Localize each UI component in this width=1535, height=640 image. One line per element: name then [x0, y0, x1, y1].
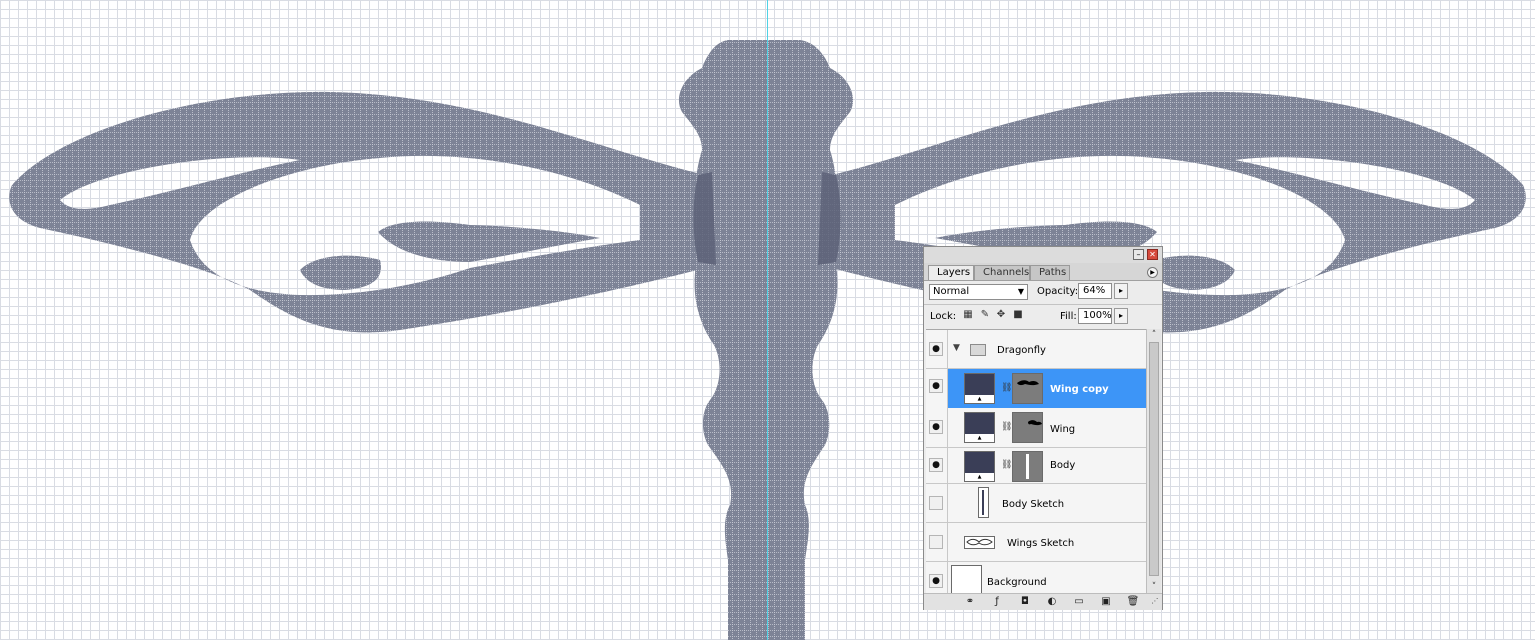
divider [947, 523, 948, 561]
eye-hidden-icon[interactable]: ● [929, 535, 943, 549]
layer-name: Wing [1050, 424, 1076, 435]
divider [947, 330, 948, 368]
layer-list: ● ▼ Dragonfly ● ⛓ Wing copy ● ⛓ [926, 329, 1146, 594]
opacity-field[interactable]: 64% [1078, 283, 1112, 299]
sketch-thumbnail [978, 487, 989, 518]
tab-channels[interactable]: Channels [974, 265, 1030, 280]
eye-icon[interactable]: ● [929, 379, 943, 393]
blend-mode-value: Normal [933, 286, 970, 297]
new-group-icon[interactable]: ▭ [1072, 595, 1086, 608]
eye-icon[interactable]: ● [929, 420, 943, 434]
divider [947, 408, 948, 447]
link-icon: ⛓ [1001, 383, 1013, 393]
scroll-up-icon[interactable]: ˄ [1147, 329, 1161, 341]
divider [924, 304, 1162, 305]
minimize-icon[interactable]: – [1133, 249, 1144, 260]
left-wing-shape [9, 91, 705, 333]
folder-icon [970, 344, 986, 356]
mask-thumbnail [1012, 451, 1043, 482]
tab-layers[interactable]: Layers [928, 265, 974, 280]
body-mask-preview [1026, 454, 1029, 479]
divider [947, 484, 948, 522]
wings-sketch-preview [966, 538, 993, 546]
panel-tabs: Layers Channels Paths ▶ [924, 263, 1162, 281]
eye-hidden-icon[interactable]: ● [929, 496, 943, 510]
layer-name: Wings Sketch [1007, 538, 1075, 549]
wing-mask-preview [1028, 420, 1042, 426]
eye-icon[interactable]: ● [929, 574, 943, 588]
divider [947, 562, 948, 594]
lock-pixels-icon[interactable]: ✎ [979, 309, 991, 321]
fill-field[interactable]: 100% [1078, 308, 1112, 324]
layer-name: Background [987, 577, 1047, 588]
layer-row-background[interactable]: ● Background [926, 562, 1146, 594]
layer-row-body[interactable]: ● ⛓ Body [926, 448, 1146, 484]
new-layer-icon[interactable]: ▣ [1099, 595, 1113, 608]
sketch-thumbnail [964, 536, 995, 549]
eye-icon[interactable]: ● [929, 342, 943, 356]
layer-row-wings-sketch[interactable]: ● Wings Sketch [926, 523, 1146, 562]
body-sketch-preview [982, 490, 984, 515]
opacity-slider-button[interactable]: ▸ [1114, 283, 1128, 299]
layer-name: Body [1050, 460, 1076, 471]
link-icon: ⛓ [1001, 422, 1013, 432]
layer-name: Body Sketch [1002, 499, 1065, 510]
resize-grip-icon[interactable]: ⋰ [1150, 595, 1160, 608]
body-shape [678, 40, 854, 640]
layer-style-icon[interactable]: ƒ [990, 595, 1004, 608]
fill-thumbnail [964, 451, 995, 482]
fill-thumbnail [964, 373, 995, 404]
fill-thumbnail [964, 412, 995, 443]
close-icon[interactable]: ✕ [1147, 249, 1158, 260]
scroll-down-icon[interactable]: ˅ [1147, 581, 1161, 593]
lock-label: Lock: [930, 311, 957, 322]
layer-row-wing[interactable]: ● ⛓ Wing [926, 408, 1146, 448]
add-mask-icon[interactable]: ◘ [1018, 595, 1032, 608]
layers-panel: – ✕ Layers Channels Paths ▶ Normal ▼ Opa… [923, 246, 1163, 610]
chevron-down-icon: ▼ [1017, 287, 1024, 296]
tab-paths[interactable]: Paths [1030, 265, 1070, 280]
layer-row-dragonfly[interactable]: ● ▼ Dragonfly [926, 330, 1146, 369]
layer-row-body-sketch[interactable]: ● Body Sketch [926, 484, 1146, 523]
blend-mode-select[interactable]: Normal ▼ [929, 284, 1028, 300]
adjustment-layer-icon[interactable]: ◐ [1045, 595, 1059, 608]
layer-name: Wing copy [1050, 384, 1109, 395]
mask-thumbnail [1012, 373, 1043, 404]
opacity-label: Opacity: [1037, 286, 1079, 297]
scroll-thumb[interactable] [1149, 342, 1159, 576]
fill-slider-button[interactable]: ▸ [1114, 308, 1128, 324]
lock-transparency-icon[interactable]: ▦ [962, 309, 974, 321]
expand-arrow-icon[interactable]: ▼ [953, 343, 960, 353]
layer-list-scrollbar[interactable]: ˄ ˅ [1146, 329, 1161, 593]
document-canvas[interactable] [0, 0, 1535, 640]
vertical-guide-line[interactable] [767, 0, 768, 640]
wing-mask-preview [1017, 380, 1039, 386]
fill-label: Fill: [1060, 311, 1077, 322]
panel-titlebar[interactable]: – ✕ [924, 247, 1162, 263]
panel-footer: ⚭ ƒ ◘ ◐ ▭ ▣ 🗑 ⋰ [924, 593, 1162, 610]
mask-thumbnail [1012, 412, 1043, 443]
panel-menu-icon[interactable]: ▶ [1147, 267, 1158, 278]
divider [947, 448, 948, 483]
lock-position-icon[interactable]: ✥ [995, 309, 1007, 321]
lock-all-icon[interactable]: ■ [1012, 309, 1024, 321]
eye-icon[interactable]: ● [929, 458, 943, 472]
layer-row-wing-copy[interactable]: ● ⛓ Wing copy [926, 369, 1146, 408]
layer-name: Dragonfly [997, 345, 1046, 356]
trash-icon[interactable]: 🗑 [1126, 595, 1140, 608]
link-layers-icon[interactable]: ⚭ [961, 595, 979, 608]
link-icon: ⛓ [1001, 460, 1013, 470]
background-thumbnail [951, 565, 982, 594]
